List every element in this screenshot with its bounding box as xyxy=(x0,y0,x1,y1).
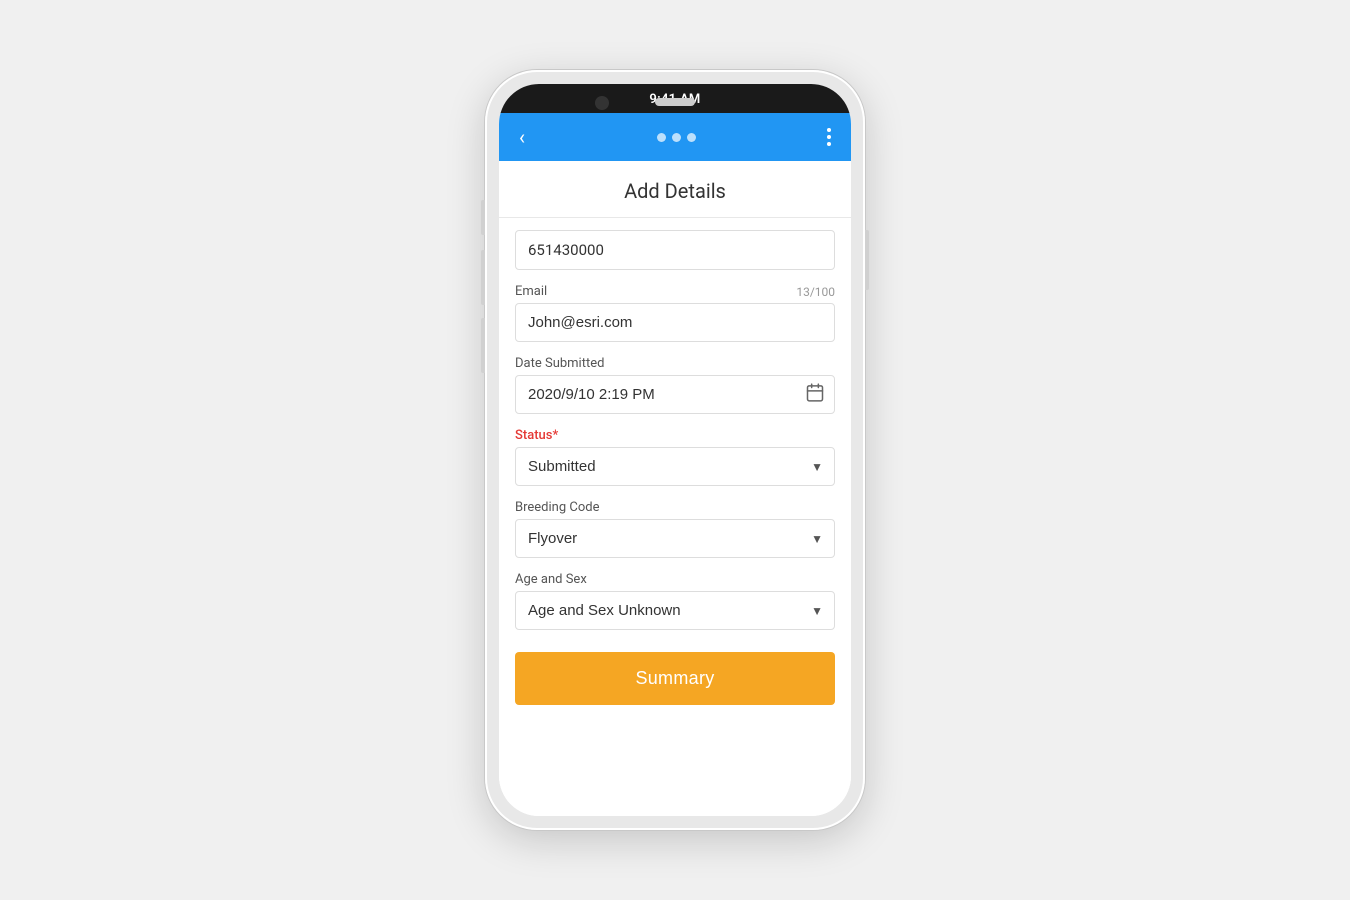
age-sex-label: Age and Sex xyxy=(515,572,835,587)
breeding-select-wrapper: Flyover Nesting Observed ▼ xyxy=(515,519,835,558)
more-dot-3 xyxy=(827,142,831,146)
nav-bar: ‹ xyxy=(499,113,851,161)
email-field-group: Email 13/100 xyxy=(515,284,835,342)
age-sex-select-wrapper: Age and Sex Unknown Adult Male Adult Fem… xyxy=(515,591,835,630)
email-input[interactable] xyxy=(515,303,835,342)
more-menu-button[interactable] xyxy=(823,124,835,150)
content-area: Add Details 651430000 Email 13/100 Date … xyxy=(499,161,851,816)
page-title: Add Details xyxy=(499,161,851,218)
id-field: 651430000 xyxy=(515,230,835,270)
breeding-label: Breeding Code xyxy=(515,500,835,515)
email-label-row: Email 13/100 xyxy=(515,284,835,299)
nav-dot-2 xyxy=(672,133,681,142)
phone-screen: 9:41 AM ‹ Add Details 651430000 xyxy=(499,84,851,816)
phone-camera xyxy=(595,96,609,110)
breeding-select[interactable]: Flyover Nesting Observed xyxy=(515,519,835,558)
phone-mute-button xyxy=(481,200,485,235)
date-wrapper xyxy=(515,375,835,414)
status-select[interactable]: Submitted Draft Approved Rejected xyxy=(515,447,835,486)
status-label-row: Status* xyxy=(515,428,835,443)
nav-dots xyxy=(657,133,696,142)
age-sex-field-group: Age and Sex Age and Sex Unknown Adult Ma… xyxy=(515,572,835,630)
breeding-field-group: Breeding Code Flyover Nesting Observed ▼ xyxy=(515,500,835,558)
summary-button[interactable]: Summary xyxy=(515,652,835,705)
date-input[interactable] xyxy=(515,375,835,414)
phone-volume-down-button xyxy=(481,318,485,373)
back-icon: ‹ xyxy=(519,125,525,149)
phone-device: 9:41 AM ‹ Add Details 651430000 xyxy=(485,70,865,830)
nav-dot-1 xyxy=(657,133,666,142)
back-button[interactable]: ‹ xyxy=(515,123,529,151)
phone-speaker xyxy=(655,98,695,106)
phone-volume-up-button xyxy=(481,250,485,305)
date-field-group: Date Submitted xyxy=(515,356,835,414)
more-dot-1 xyxy=(827,128,831,132)
email-label: Email xyxy=(515,284,547,299)
phone-power-button xyxy=(865,230,869,290)
email-char-count: 13/100 xyxy=(796,285,835,299)
calendar-icon[interactable] xyxy=(805,382,825,407)
status-label: Status* xyxy=(515,428,558,443)
status-select-wrapper: Submitted Draft Approved Rejected ▼ xyxy=(515,447,835,486)
more-dot-2 xyxy=(827,135,831,139)
nav-dot-3 xyxy=(687,133,696,142)
age-sex-select[interactable]: Age and Sex Unknown Adult Male Adult Fem… xyxy=(515,591,835,630)
status-field-group: Status* Submitted Draft Approved Rejecte… xyxy=(515,428,835,486)
form-area: 651430000 Email 13/100 Date Submitted xyxy=(499,218,851,816)
date-label: Date Submitted xyxy=(515,356,835,371)
